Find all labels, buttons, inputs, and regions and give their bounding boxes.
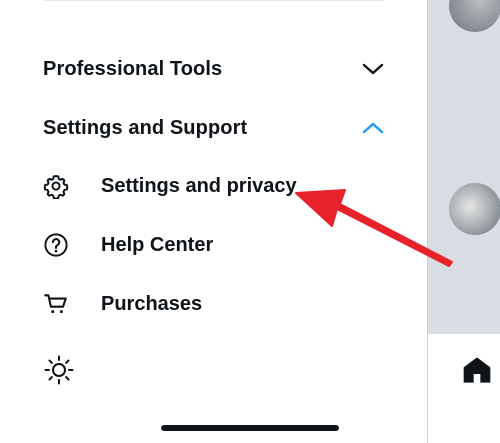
help-circle-icon (43, 232, 69, 258)
home-icon[interactable] (461, 354, 493, 386)
menu-item-label: Help Center (101, 233, 214, 256)
bottom-nav (428, 334, 500, 443)
settings-support-title: Settings and Support (43, 116, 248, 139)
chevron-up-icon (362, 122, 384, 134)
home-indicator (161, 425, 339, 431)
menu-item-purchases[interactable]: Purchases (43, 286, 343, 322)
divider (43, 0, 384, 1)
professional-tools-toggle[interactable]: Professional Tools (43, 49, 388, 89)
avatar[interactable] (449, 183, 500, 235)
professional-tools-title: Professional Tools (43, 57, 223, 80)
theme-toggle-button[interactable] (43, 352, 79, 388)
settings-support-toggle[interactable]: Settings and Support (43, 108, 388, 148)
menu-item-label: Settings and privacy (101, 174, 297, 197)
cart-icon (43, 291, 69, 317)
gear-icon (43, 173, 69, 199)
menu-item-settings-privacy[interactable]: Settings and privacy (43, 168, 343, 204)
chevron-down-icon (362, 63, 384, 75)
menu-item-help-center[interactable]: Help Center (43, 227, 343, 263)
side-drawer: Professional Tools Settings and Support … (0, 0, 427, 443)
menu-item-label: Purchases (101, 292, 203, 315)
sun-icon (43, 354, 75, 386)
